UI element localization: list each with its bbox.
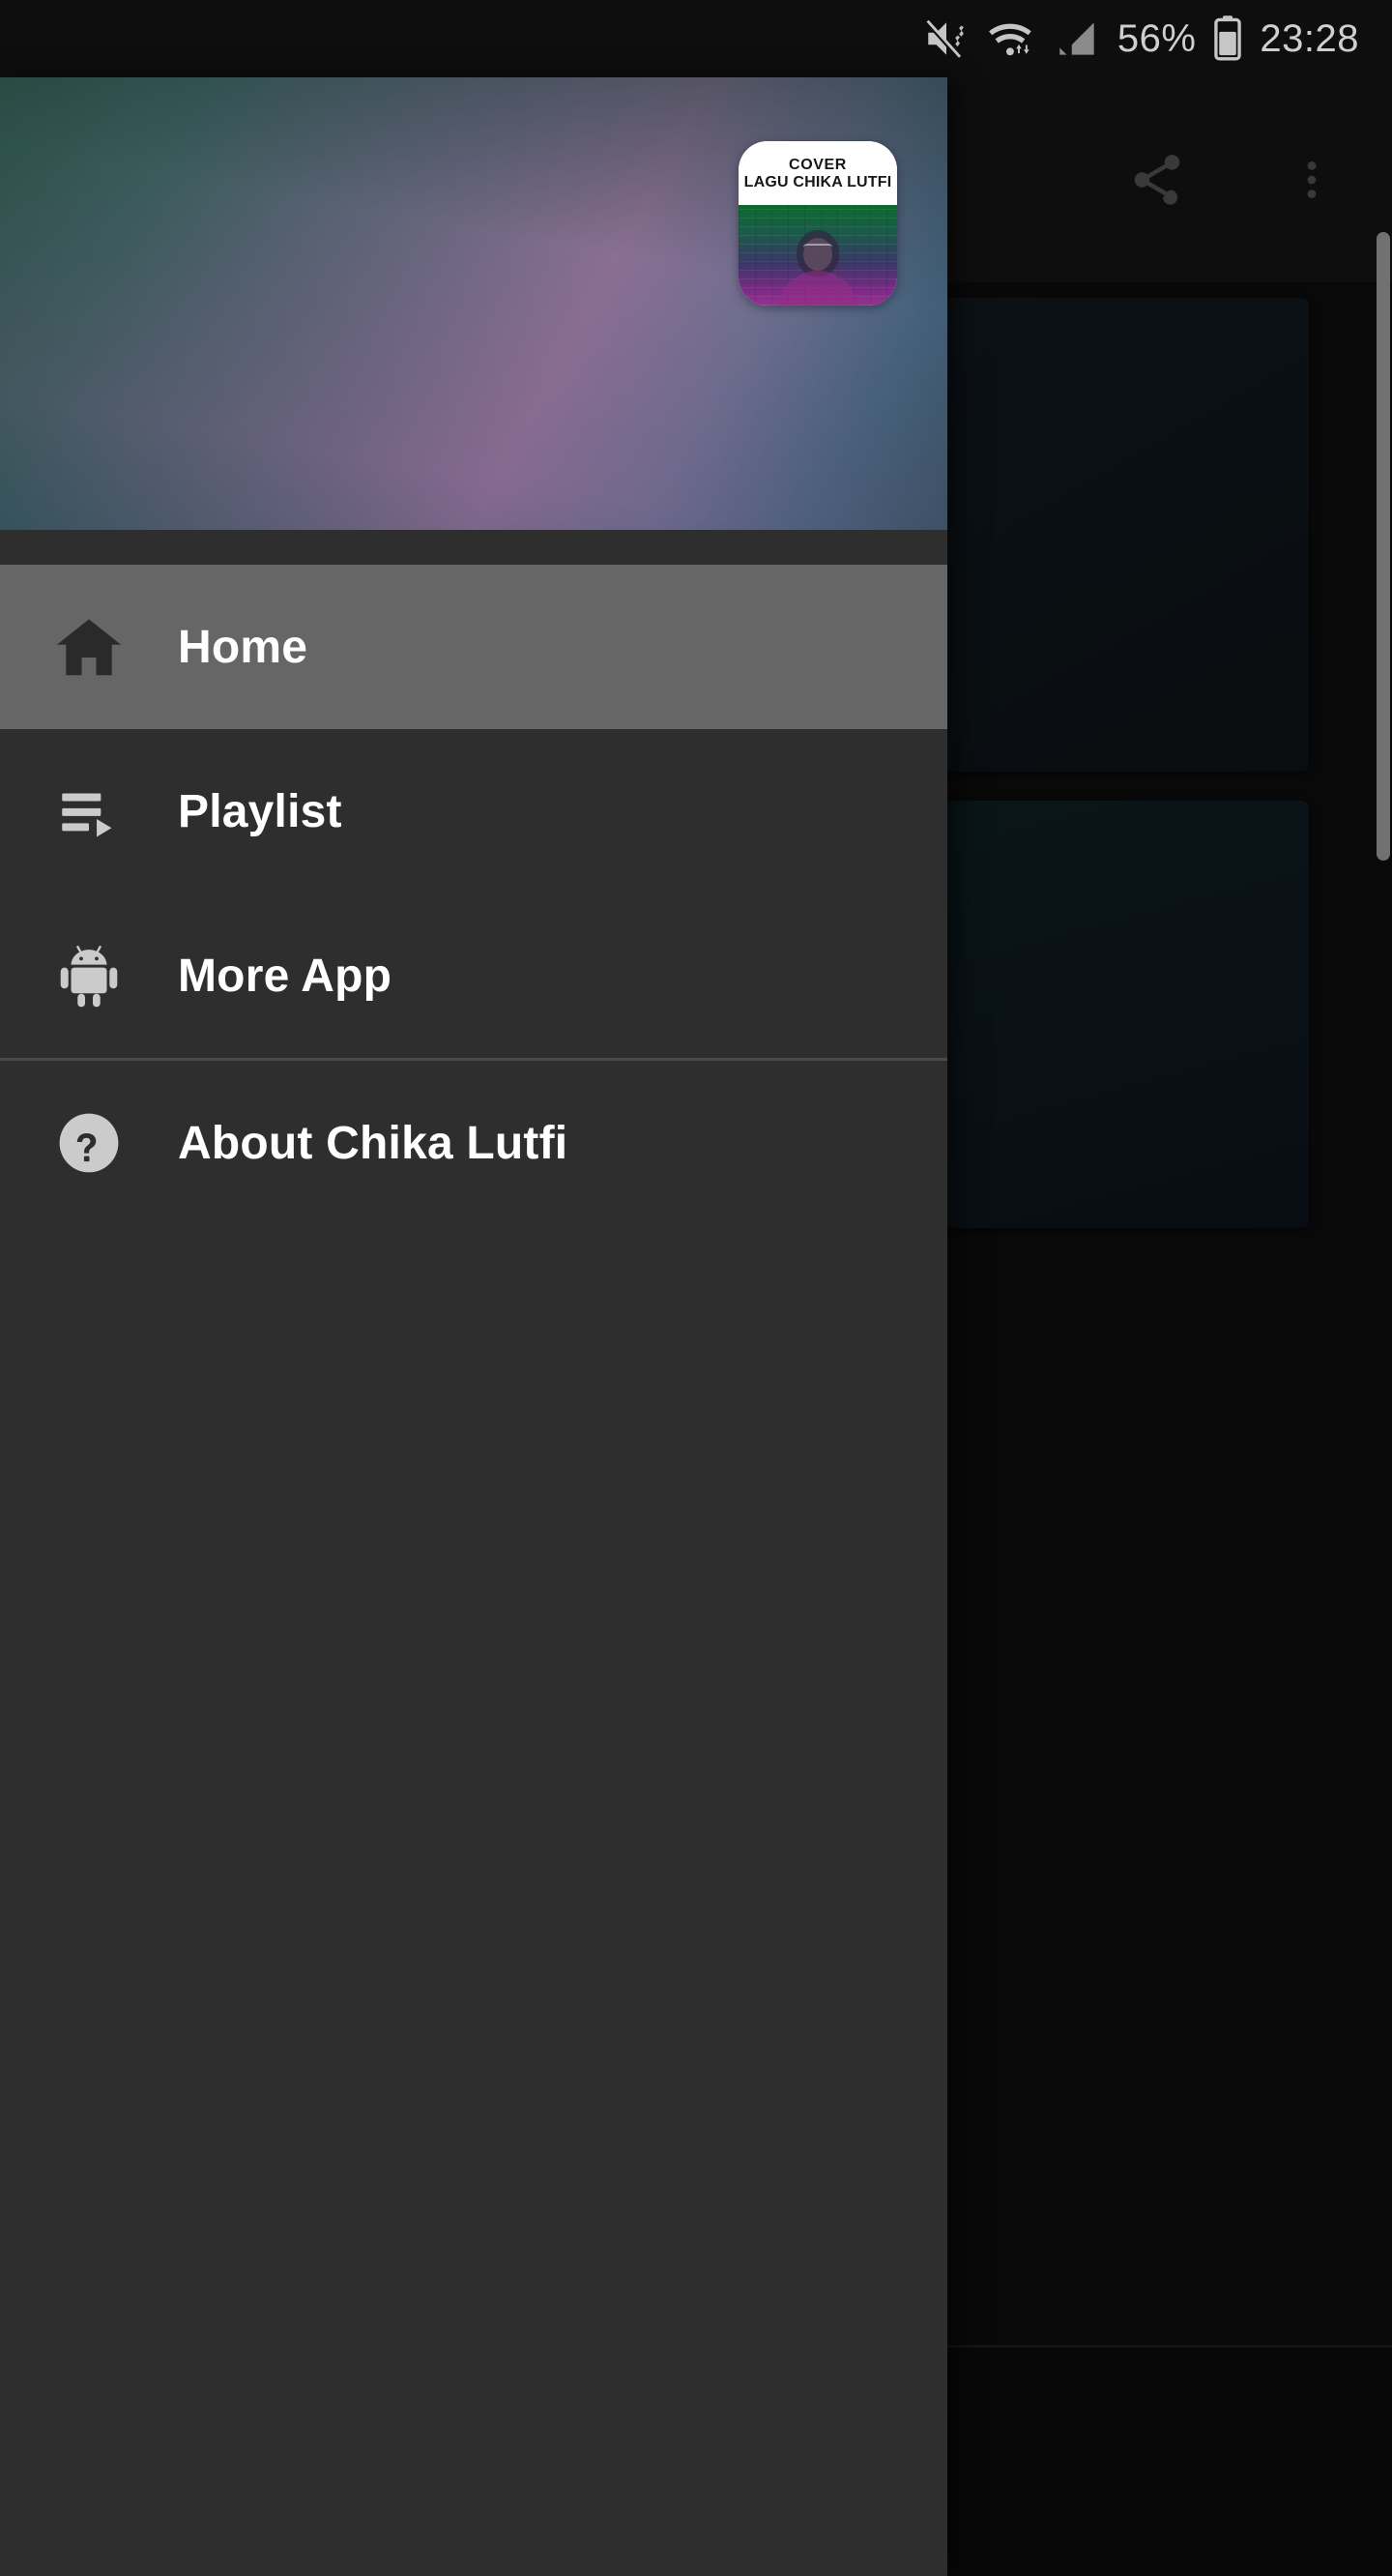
drawer-empty-space — [0, 1225, 947, 2576]
battery-icon — [1211, 15, 1244, 63]
app-icon-title-line-2: LAGU CHIKA LUTFI — [743, 174, 892, 191]
wifi-icon — [986, 15, 1038, 63]
mute-vibrate-icon — [922, 15, 971, 63]
sidebar-item-more-app[interactable]: More App — [0, 893, 947, 1058]
sidebar-item-about[interactable]: About Chika Lutfi — [0, 1061, 947, 1225]
app-icon: COVER LAGU CHIKA LUTFI — [739, 141, 897, 306]
home-icon — [0, 609, 178, 685]
app-icon-photo — [739, 205, 897, 306]
help-circle-icon — [0, 1106, 178, 1180]
sidebar-item-label: About Chika Lutfi — [178, 1117, 568, 1169]
playlist-play-icon — [0, 776, 178, 847]
phone-screen: KASI INNYA AYSTORE — [0, 0, 1392, 2576]
status-bar: 56% 23:28 — [0, 0, 1392, 77]
drawer-header-spacer — [0, 530, 947, 565]
app-icon-title: COVER LAGU CHIKA LUTFI — [739, 141, 897, 205]
sidebar-item-playlist[interactable]: Playlist — [0, 729, 947, 893]
battery-percent: 56% — [1116, 16, 1197, 60]
sidebar-item-label: Home — [178, 621, 308, 673]
sidebar-item-label: More App — [178, 950, 392, 1002]
signal-icon — [1054, 15, 1102, 63]
sidebar-item-home[interactable]: Home — [0, 565, 947, 729]
drawer-header: COVER LAGU CHIKA LUTFI — [0, 77, 947, 530]
photo-person-glasses — [803, 244, 832, 251]
navigation-drawer: COVER LAGU CHIKA LUTFI Home Playlist Mor… — [0, 77, 947, 2576]
clock: 23:28 — [1260, 16, 1359, 60]
app-icon-title-line-1: COVER — [789, 157, 847, 174]
android-icon — [0, 940, 178, 1011]
sidebar-item-label: Playlist — [178, 785, 342, 837]
